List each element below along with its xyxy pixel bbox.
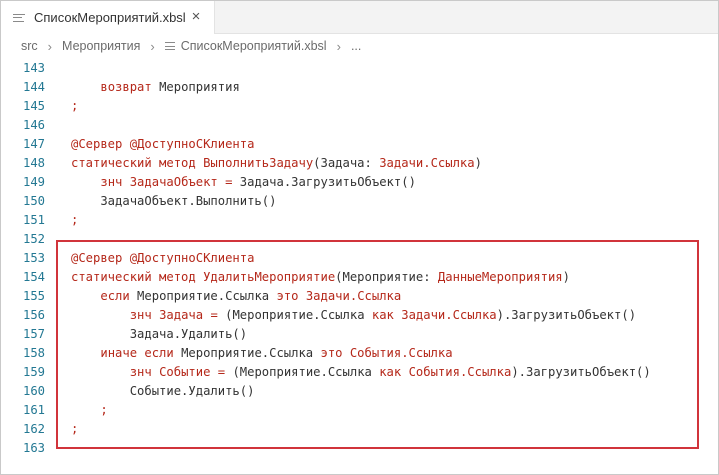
code-token: ) <box>474 156 482 170</box>
file-lines-icon <box>164 41 175 51</box>
code-line[interactable]: 144 возврат Мероприятия <box>1 78 718 97</box>
code-line[interactable]: 150 ЗадачаОбъект.Выполнить() <box>1 192 718 211</box>
breadcrumb: src › Мероприятия › СписокМероприятий.xb… <box>1 34 718 58</box>
code-token: ЗадачаОбъект <box>129 175 218 189</box>
code-line[interactable]: 148 статический метод ВыполнитьЗадачу(Зад… <box>1 154 718 173</box>
breadcrumb-item-file[interactable]: СписокМероприятий.xbsl <box>181 39 327 53</box>
line-number: 147 <box>22 137 45 151</box>
line-number: 150 <box>22 194 45 208</box>
code-text: знч ЗадачаОбъект = Задача.ЗагрузитьОбъек… <box>71 173 416 192</box>
code-token: ВыполнитьЗадачу <box>203 156 314 170</box>
code-token: Мероприятия <box>151 80 240 94</box>
code-line[interactable]: 146 <box>1 116 718 135</box>
chevron-right-icon: › <box>336 38 341 54</box>
close-icon[interactable]: × <box>188 9 204 25</box>
code-text: @Сервер @ДоступноСКлиента <box>71 135 254 154</box>
code-line[interactable]: 143 <box>1 59 718 78</box>
line-number: 144 <box>22 80 45 94</box>
line-number: 159 <box>22 365 45 379</box>
code-token: Задача.ЗагрузитьОбъект() <box>232 175 416 189</box>
breadcrumb-item-src[interactable]: src <box>21 39 38 53</box>
code-token: ; <box>71 99 79 113</box>
line-number: 156 <box>22 308 45 322</box>
tab-bar: СписокМероприятий.xbsl × <box>1 1 718 34</box>
line-number: 146 <box>22 118 45 132</box>
code-token: Задачи.Ссылка <box>379 156 475 170</box>
highlight-box <box>56 240 699 449</box>
line-number: 162 <box>22 422 45 436</box>
code-token: ; <box>71 213 79 227</box>
code-token: возврат <box>100 80 152 94</box>
line-number: 155 <box>22 289 45 303</box>
code-token: @Сервер @ДоступноСКлиента <box>71 137 255 151</box>
tab-label: СписокМероприятий.xbsl <box>34 10 186 25</box>
line-number: 153 <box>22 251 45 265</box>
code-line[interactable]: 149 знч ЗадачаОбъект = Задача.ЗагрузитьО… <box>1 173 718 192</box>
chevron-right-icon: › <box>150 38 155 54</box>
code-text: статический метод ВыполнитьЗадачу(Задача… <box>71 154 482 173</box>
breadcrumb-item-folder[interactable]: Мероприятия <box>62 39 140 53</box>
breadcrumb-ellipsis[interactable]: ... <box>351 39 361 53</box>
line-number: 143 <box>22 61 45 75</box>
code-line[interactable]: 147 @Сервер @ДоступноСКлиента <box>1 135 718 154</box>
line-number: 149 <box>22 175 45 189</box>
code-text: ; <box>71 97 78 116</box>
code-token: знч <box>100 175 123 189</box>
line-number: 145 <box>22 99 45 113</box>
line-number: 148 <box>22 156 45 170</box>
line-number: 163 <box>22 441 45 455</box>
chevron-right-icon: › <box>47 38 53 54</box>
code-line[interactable]: 151; <box>1 211 718 230</box>
code-token: статический метод <box>71 156 196 170</box>
line-number: 152 <box>22 232 45 246</box>
file-lines-icon <box>13 12 25 24</box>
code-text: возврат Мероприятия <box>71 78 240 97</box>
line-number: 161 <box>22 403 45 417</box>
line-number: 160 <box>22 384 45 398</box>
code-text: ; <box>71 211 78 230</box>
code-line[interactable]: 145; <box>1 97 718 116</box>
code-text: ЗадачаОбъект.Выполнить() <box>71 192 276 211</box>
code-token: (Задача: <box>313 156 380 170</box>
line-number: 158 <box>22 346 45 360</box>
code-token: ЗадачаОбъект.Выполнить() <box>71 194 277 208</box>
line-number: 151 <box>22 213 45 227</box>
tab-file[interactable]: СписокМероприятий.xbsl × <box>1 1 215 34</box>
line-number: 157 <box>22 327 45 341</box>
editor-window: СписокМероприятий.xbsl × src › Мероприят… <box>0 0 719 475</box>
line-number: 154 <box>22 270 45 284</box>
